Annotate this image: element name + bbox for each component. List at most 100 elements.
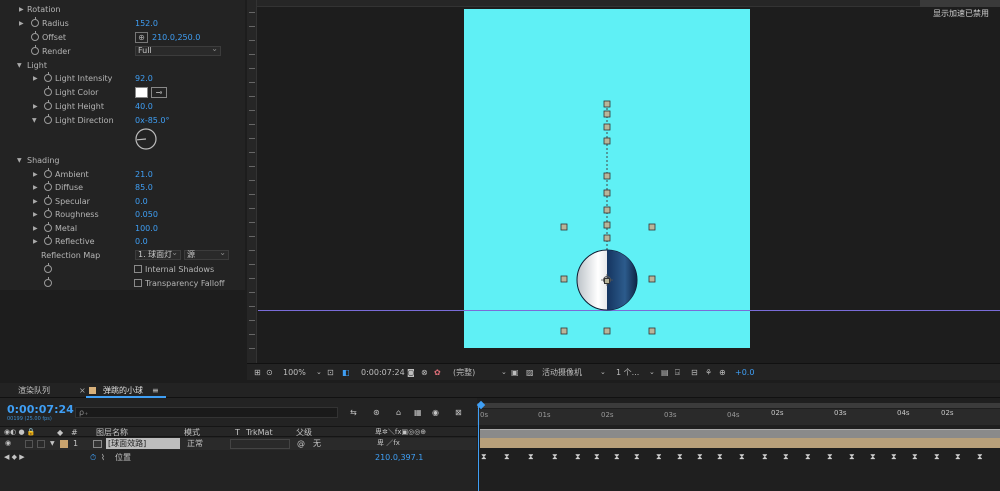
internal-shadows-checkbox[interactable] [134,265,142,273]
current-time-indicator[interactable] [478,406,479,491]
resolution-dropdown[interactable]: (完整) [453,367,475,378]
shy-layers-icon[interactable]: ⌂ [396,407,401,418]
reset-exposure-icon[interactable]: ⊕ [719,367,726,378]
keyframe[interactable]: ⧗ [934,453,940,461]
ambient-value[interactable]: 21.0 [135,168,153,181]
metal-row[interactable]: ▶ Metal 100.0 [0,222,245,235]
zoom-dropdown[interactable]: 100% [283,367,306,378]
layer-name-field[interactable]: [球面效路] [106,438,180,449]
transparency-falloff-checkbox[interactable] [134,279,142,287]
collapse-arrow-icon[interactable]: ▼ [17,154,22,167]
stopwatch-icon[interactable] [31,45,39,55]
ambient-row[interactable]: ▶ Ambient 21.0 [0,168,245,181]
transparency-grid-icon[interactable]: ▨ [526,367,534,378]
stopwatch-icon[interactable] [44,195,52,205]
light-intensity-value[interactable]: 92.0 [135,72,153,85]
keyframe[interactable]: ⧗ [891,453,897,461]
roi-toggle-icon[interactable]: ▣ [511,367,519,378]
layer-label-color[interactable] [60,440,68,448]
color-channels-icon[interactable]: ✿ [434,367,441,378]
expand-arrow-icon[interactable]: ▶ [19,17,24,30]
tab-render-queue[interactable]: 渲染队列 [18,385,50,396]
column-parent[interactable]: 父级 [296,427,312,438]
timeline-jump-icon[interactable]: ⊟ [691,367,698,378]
layer-mode-dropdown[interactable]: 正常 [187,438,203,449]
specular-row[interactable]: ▶ Specular 0.0 [0,195,245,208]
diffuse-row[interactable]: ▶ Diffuse 85.0 [0,181,245,194]
stopwatch-icon[interactable] [44,168,52,178]
keyframe[interactable]: ⧗ [762,453,768,461]
keyframe[interactable]: ⧗ [634,453,640,461]
trkmat-dropdown[interactable] [230,439,290,449]
roughness-value[interactable]: 0.050 [135,208,158,221]
column-t[interactable]: T [235,427,240,438]
grid-icon[interactable]: ⊡ [327,367,334,378]
render-dropdown[interactable]: Full [135,45,221,56]
specular-value[interactable]: 0.0 [135,195,148,208]
collapse-arrow-icon[interactable]: ▼ [17,59,22,72]
keyframe[interactable]: ⧗ [677,453,683,461]
expand-arrow-icon[interactable]: ▶ [33,235,38,248]
reflection-map-source-dropdown[interactable]: 源 [184,249,229,260]
magnifier-icon[interactable]: ⊙ [266,367,273,378]
expand-arrow-icon[interactable]: ▶ [33,195,38,208]
column-mode[interactable]: 模式 [184,427,200,438]
expand-arrow-icon[interactable]: ▶ [33,72,38,85]
expand-arrow-icon[interactable]: ▶ [33,168,38,181]
light-height-row[interactable]: ▶ Light Height 40.0 [0,100,245,113]
stopwatch-icon[interactable] [44,181,52,191]
keyframe-navigator-icon[interactable]: ◀ ◆ ▶ [4,452,25,463]
graph-link-icon[interactable]: ⌇ [101,452,105,463]
keyframe[interactable]: ⧗ [739,453,745,461]
current-time-display[interactable]: 0:00:07:24 [7,403,74,416]
collapse-arrow-icon[interactable]: ▼ [50,438,55,449]
close-icon[interactable]: × [79,385,86,396]
stopwatch-icon[interactable] [44,100,52,110]
anchor-handle[interactable] [604,278,610,284]
stopwatch-icon[interactable] [44,72,52,82]
chevron-down-icon[interactable]: ⌄ [600,367,606,378]
keyframe[interactable]: ⧗ [552,453,558,461]
keyframe[interactable]: ⧗ [977,453,983,461]
chevron-down-icon[interactable]: ⌄ [649,367,655,378]
radius-row[interactable]: ▶ Radius 152.0 [0,17,245,30]
viewer-timecode[interactable]: 0:00:07:24 [361,367,405,378]
keyframe[interactable]: ⧗ [849,453,855,461]
timeline-track-area[interactable]: 0s 01s 02s 03s 04s 02s 03s 04s 02s ⧗ ⧗ ⧗… [476,398,1000,491]
visibility-eye-icon[interactable]: ◉ [5,438,11,449]
expand-arrow-icon[interactable]: ▶ [19,3,24,16]
keyframe[interactable]: ⧗ [717,453,723,461]
chevron-down-icon[interactable]: ⌄ [316,367,322,378]
layer-duration-bar[interactable] [480,438,1000,448]
pixel-aspect-icon[interactable]: ▤ [661,367,669,378]
solo-toggle[interactable] [25,440,33,448]
motion-blur-icon[interactable]: ◉ [432,407,439,418]
keyframe[interactable]: ⧗ [827,453,833,461]
stopwatch-icon[interactable] [44,263,52,273]
snapshot-view-icon[interactable]: ⊞ [254,367,261,378]
exposure-value[interactable]: +0.0 [735,367,754,378]
keyframe[interactable]: ⧗ [614,453,620,461]
roughness-row[interactable]: ▶ Roughness 0.050 [0,208,245,221]
parent-pickwhip-icon[interactable]: @ [297,438,305,449]
expand-arrow-icon[interactable]: ▶ [33,222,38,235]
stopwatch-icon[interactable] [44,235,52,245]
position-value[interactable]: 210.0,397.1 [375,452,423,463]
parent-dropdown[interactable]: 无 [313,438,321,449]
diffuse-value[interactable]: 85.0 [135,181,153,194]
keyframe[interactable]: ⧗ [481,453,487,461]
time-ruler[interactable]: 0s 01s 02s 03s 04s 02s 03s 04s 02s [477,409,1000,425]
expand-arrow-icon[interactable]: ▶ [33,181,38,194]
keyframe[interactable]: ⧗ [504,453,510,461]
stopwatch-active-icon[interactable]: ⏱ [90,452,96,463]
keyframe[interactable]: ⧗ [805,453,811,461]
keyframe[interactable]: ⧗ [870,453,876,461]
position-keyframes-track[interactable]: ⧗ ⧗ ⧗ ⧗ ⧗ ⧗ ⧗ ⧗ ⧗ ⧗ ⧗ ⧗ ⧗ ⧗ ⧗ ⧗ ⧗ ⧗ ⧗ ⧗ … [477,450,1000,464]
region-of-interest-icon[interactable]: ◧ [342,367,350,378]
light-height-value[interactable]: 40.0 [135,100,153,113]
camera-dropdown[interactable]: 活动摄像机 [542,367,582,378]
column-trkmat[interactable]: TrkMat [246,427,273,438]
keyframe[interactable]: ⧗ [656,453,662,461]
stopwatch-icon[interactable] [44,277,52,287]
stopwatch-icon[interactable] [44,208,52,218]
